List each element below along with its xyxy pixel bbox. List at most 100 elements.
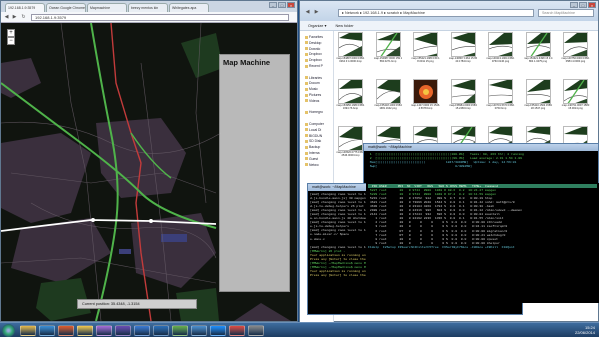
- map-thumbnail: [375, 79, 401, 104]
- file-item[interactable]: map-155421.1989 159 18.0011 15.png: [411, 32, 440, 76]
- file-item[interactable]: map-154321.6498 15 3.4864 1.0475.png: [524, 32, 553, 76]
- file-item[interactable]: map-140701.5670 1582.0763.bmp: [486, 79, 515, 123]
- taskbar-app-icon[interactable]: [115, 325, 131, 336]
- file-item[interactable]: map-140520.0775 1584.2546.0000.bmp: [336, 126, 365, 170]
- forward-icon[interactable]: ▶: [11, 14, 18, 21]
- file-name: map-154987.0000 159 1584.0271.bmp: [373, 57, 403, 63]
- htop-function-keys[interactable]: F1Help F2Setup F3SearchF4FilterF5Tree F6…: [368, 245, 597, 249]
- system-clock[interactable]: 15:24 22/06/2014: [575, 325, 595, 335]
- nav-item[interactable]: Homegro: [300, 110, 333, 116]
- map-thumbnail: [563, 32, 588, 57]
- browser-window: 192.168.1.9:3579 Ocean Google Chrome Map…: [0, 0, 298, 322]
- tab-4[interactable]: beezy mentos kin: [128, 3, 168, 12]
- map-thumbnail: [413, 79, 438, 104]
- window-controls: – □ ×: [570, 2, 596, 8]
- map-thumbnail: [450, 32, 476, 57]
- map-thumbnail: [488, 79, 513, 104]
- file-name: map-154321.6498 15 3.4864 1.0475.png: [523, 57, 553, 63]
- taskbar-app-icon[interactable]: [172, 325, 188, 336]
- file-item[interactable]: map-155418.1000 1584 1681.1642.png: [374, 79, 403, 123]
- file-item[interactable]: map-154987.0000 159 1584.0271.bmp: [374, 32, 403, 76]
- file-item[interactable]: map-1407.0000 15 1546.4.5678.bmp: [411, 79, 440, 123]
- tab-label: 192.168.1.9:3579: [8, 6, 36, 10]
- file-name: map-140750.0000 1582.0584 4.0000.png: [561, 57, 590, 63]
- back-icon[interactable]: ◀: [304, 9, 311, 16]
- explorer-search-input[interactable]: Search MapMachine: [538, 9, 594, 17]
- map-thumbnail: [525, 32, 551, 57]
- explorer-titlebar: ◀ ▶ ▸ Network ▸ 192.168.1.9 ▸ scratch ▸ …: [300, 1, 598, 21]
- taskbar-app-icon[interactable]: [248, 325, 264, 336]
- taskbar-app-icon[interactable]: [77, 325, 93, 336]
- nav-item[interactable]: Recent P: [300, 64, 333, 70]
- zoom-in-button[interactable]: +: [7, 29, 15, 37]
- tab-3[interactable]: Mapmachine: [87, 3, 127, 12]
- new-folder-button[interactable]: New folder: [335, 24, 353, 28]
- file-item[interactable]: map-158981.0000 1583 15.2466.bmp: [449, 79, 478, 123]
- minimize-button[interactable]: –: [269, 2, 277, 8]
- htop-summary-line: Swp[ 0/4092MB]: [366, 164, 472, 169]
- route-end-marker[interactable]: [149, 219, 153, 223]
- current-position-readout: Current position: 35.4348, -1.3154: [77, 299, 197, 309]
- taskbar-app-icon[interactable]: [134, 325, 150, 336]
- file-item[interactable]: map-155410.1504 1589 18.1547.png: [524, 79, 553, 123]
- map-machine-panel: Map Machine: [219, 54, 290, 292]
- file-item[interactable]: map-154897.0000 1584.0264 Z 4.0000.bmp: [336, 32, 365, 76]
- maximize-button[interactable]: □: [579, 2, 587, 8]
- file-name: map-155410.1504 1589 18.1547.png: [524, 104, 552, 110]
- file-name: map-140701.5670 1582.0763.bmp: [486, 104, 515, 110]
- file-name: map-154897.0000 1584.0264 Z 4.0000.bmp: [336, 57, 365, 63]
- taskbar-app-icon[interactable]: [210, 325, 226, 336]
- start-button[interactable]: [2, 324, 15, 337]
- file-name: map-154950.1689 1583.1694.76.bmp: [336, 104, 365, 110]
- clock-date: 22/06/2014: [574, 330, 595, 335]
- tab-label: Mapmachine: [90, 6, 111, 10]
- terminal-title: matt@work: ~/MapMachine: [312, 185, 356, 189]
- explorer-toolbar: Organize ▾ New folder: [300, 21, 598, 31]
- file-item[interactable]: map-140213.1964 1582.0763.0146.png: [486, 32, 515, 76]
- back-icon[interactable]: ◀: [3, 14, 10, 21]
- taskbar-app-icon[interactable]: [229, 325, 245, 336]
- tab-5[interactable]: Whitegates apa: [169, 3, 209, 12]
- route-start-marker[interactable]: [91, 218, 95, 222]
- taskbar: 15:24 22/06/2014: [0, 322, 599, 337]
- file-name: map-155418.1000 1584 1681.1642.png: [374, 104, 402, 110]
- file-name: map-1407.0000 15 1546.4.5678.bmp: [411, 104, 440, 110]
- panel-title: Map Machine: [223, 58, 271, 67]
- file-name: map-140213.1964 1582.0763.0146.png: [486, 57, 515, 63]
- file-item[interactable]: map-140807.1364 15.6543.1784.bmp: [449, 32, 478, 76]
- explorer-address-bar[interactable]: ▸ Network ▸ 192.168.1.9 ▸ scratch ▸ MapM…: [338, 9, 534, 17]
- taskbar-app-icon[interactable]: [58, 325, 74, 336]
- taskbar-app-icon[interactable]: [191, 325, 207, 336]
- map-thumbnail: [338, 79, 363, 104]
- address-input[interactable]: 192.168.1.9:3579: [31, 14, 289, 21]
- taskbar-app-icon[interactable]: [20, 325, 36, 336]
- maximize-button[interactable]: □: [278, 2, 286, 8]
- map-thumbnail: [450, 79, 476, 104]
- minimize-button[interactable]: –: [570, 2, 578, 8]
- close-button[interactable]: ×: [588, 2, 596, 8]
- taskbar-app-icon[interactable]: [96, 325, 112, 336]
- window-controls: – □ ×: [269, 2, 295, 8]
- reload-icon[interactable]: ↻: [20, 14, 27, 21]
- file-item[interactable]: map-154950.1689 1583.1694.76.bmp: [336, 79, 365, 123]
- file-item[interactable]: map-140791.0007 1583 15.0014.png: [561, 79, 590, 123]
- file-item[interactable]: map-140750.0000 1582.0584 4.0000.png: [561, 32, 590, 76]
- htop-output: 1 [|||||||||||||||||||||||||||||||||||||…: [364, 151, 598, 169]
- tab-active[interactable]: 192.168.1.9:3579: [5, 3, 45, 12]
- forward-icon[interactable]: ▶: [313, 9, 320, 16]
- terminal-titlebar: matt@work: ~/MapMachine: [364, 144, 598, 151]
- taskbar-app-icon[interactable]: [153, 325, 169, 336]
- htop-process-table: PID USER PRI NI VIRT RES SHR S CPU% MEM%…: [366, 183, 599, 303]
- close-button[interactable]: ×: [287, 2, 295, 8]
- nav-item[interactable]: Netwo: [300, 163, 333, 169]
- file-name: map-155421.1989 159 18.0011 15.png: [411, 57, 440, 63]
- taskbar-app-icon[interactable]: [39, 325, 55, 336]
- file-name: map-140791.0007 1583 15.0014.png: [561, 104, 590, 110]
- nav-item[interactable]: Videos: [300, 99, 333, 105]
- map-thumbnail: [338, 32, 363, 57]
- zoom-out-button[interactable]: −: [7, 37, 15, 45]
- map-thumbnail: [525, 79, 551, 104]
- tab-2[interactable]: Ocean Google Chrome: [46, 3, 86, 12]
- organize-button[interactable]: Organize ▾: [308, 24, 326, 28]
- map-thumbnail: [338, 126, 363, 151]
